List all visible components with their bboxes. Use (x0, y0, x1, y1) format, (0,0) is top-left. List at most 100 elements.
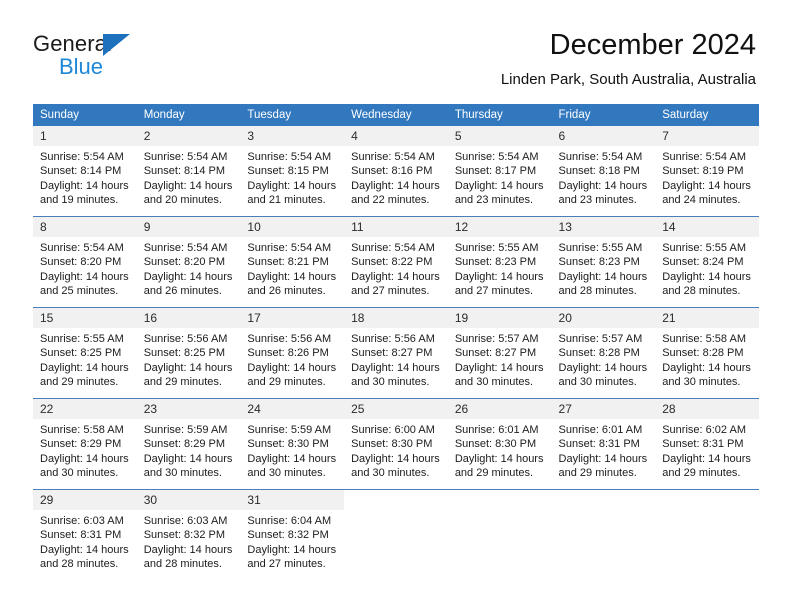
calendar-day-cell[interactable]: 8 Sunrise: 5:54 AM Sunset: 8:20 PM Daylight… (33, 216, 137, 308)
calendar-day-cell[interactable]: 26 Sunrise: 6:01 AM Sunset: 8:30 PM Dayligh… (447, 398, 552, 490)
daylight-text: Daylight: 14 hours and 28 minutes. (143, 543, 233, 571)
day-number: 16 (136, 308, 241, 328)
day-number: 22 (33, 399, 137, 419)
sunrise-text: Sunrise: 5:55 AM (454, 242, 539, 254)
calendar-day-cell[interactable]: 14 Sunrise: 5:55 AM Sunset: 8:24 PM Dayligh… (655, 216, 759, 308)
calendar-day-cell[interactable]: 31 Sunrise: 6:04 AM Sunset: 8:32 PM Dayligh… (240, 489, 345, 580)
sunset-text: Sunset: 8:16 PM (351, 165, 433, 178)
day-details: Sunrise: 5:55 AM Sunset: 8:25 PM Daylight:… (33, 328, 137, 390)
day-details: Sunrise: 6:01 AM Sunset: 8:30 PM Daylight:… (448, 419, 552, 481)
calendar-week-row: 22 Sunrise: 5:58 AM Sunset: 8:29 PM Dayligh… (33, 398, 759, 490)
calendar-day-cell[interactable]: 9 Sunrise: 5:54 AM Sunset: 8:20 PM Daylight… (136, 216, 241, 308)
calendar-day-cell[interactable]: 29 Sunrise: 6:03 AM Sunset: 8:31 PM Dayligh… (33, 489, 137, 580)
calendar-day-cell[interactable]: 17 Sunrise: 5:56 AM Sunset: 8:26 PM Dayligh… (240, 307, 345, 399)
sunrise-text: Sunrise: 5:56 AM (143, 333, 228, 345)
calendar-day-cell[interactable]: 25 Sunrise: 6:00 AM Sunset: 8:30 PM Dayligh… (344, 398, 448, 490)
calendar-day-cell[interactable]: 12 Sunrise: 5:55 AM Sunset: 8:23 PM Dayligh… (447, 216, 552, 308)
day-details: Sunrise: 5:54 AM Sunset: 8:21 PM Daylight:… (240, 237, 344, 299)
calendar-day-cell[interactable]: 15 Sunrise: 5:55 AM Sunset: 8:25 PM Dayligh… (33, 307, 137, 399)
daylight-text: Daylight: 14 hours and 30 minutes. (351, 361, 440, 389)
daylight-text: Daylight: 14 hours and 22 minutes. (351, 179, 440, 207)
calendar-cell-empty (344, 489, 448, 580)
day-number: 24 (240, 399, 345, 419)
day-details: Sunrise: 5:56 AM Sunset: 8:25 PM Daylight:… (137, 328, 241, 390)
day-details: Sunrise: 6:03 AM Sunset: 8:32 PM Daylight:… (137, 510, 241, 572)
brand-logo[interactable]: General Blue (33, 32, 253, 80)
calendar-day-cell[interactable]: 6 Sunrise: 5:54 AM Sunset: 8:18 PM Daylight… (551, 126, 656, 217)
calendar-day-cell[interactable]: 24 Sunrise: 5:59 AM Sunset: 8:30 PM Dayligh… (240, 398, 345, 490)
calendar-day-cell[interactable]: 16 Sunrise: 5:56 AM Sunset: 8:25 PM Dayligh… (136, 307, 241, 399)
daylight-text: Daylight: 14 hours and 29 minutes. (558, 452, 648, 480)
sunrise-text: Sunrise: 6:01 AM (454, 424, 539, 436)
calendar-day-cell[interactable]: 7 Sunrise: 5:54 AM Sunset: 8:19 PM Daylight… (655, 126, 759, 217)
daylight-text: Daylight: 14 hours and 30 minutes. (40, 452, 129, 480)
calendar-day-cell[interactable]: 13 Sunrise: 5:55 AM Sunset: 8:23 PM Dayligh… (551, 216, 656, 308)
page-title: December 2024 (549, 29, 756, 61)
daylight-text: Daylight: 14 hours and 21 minutes. (247, 179, 337, 207)
calendar-day-cell[interactable]: 30 Sunrise: 6:03 AM Sunset: 8:32 PM Dayligh… (136, 489, 241, 580)
calendar-day-cell[interactable]: 4 Sunrise: 5:54 AM Sunset: 8:16 PM Daylight… (344, 126, 448, 217)
sunset-text: Sunset: 8:19 PM (662, 165, 744, 178)
daylight-text: Daylight: 14 hours and 29 minutes. (143, 361, 233, 389)
calendar-day-cell[interactable]: 19 Sunrise: 5:57 AM Sunset: 8:27 PM Dayligh… (447, 307, 552, 399)
day-number: 29 (33, 490, 137, 510)
calendar-day-cell[interactable]: 27 Sunrise: 6:01 AM Sunset: 8:31 PM Dayligh… (551, 398, 656, 490)
daylight-text: Daylight: 14 hours and 19 minutes. (40, 179, 129, 207)
day-number: 10 (240, 217, 345, 237)
day-number: 18 (344, 308, 448, 328)
weekday-header-thursday: Thursday (447, 104, 552, 126)
sunset-text: Sunset: 8:32 PM (247, 529, 329, 542)
calendar-day-cell[interactable]: 11 Sunrise: 5:54 AM Sunset: 8:22 PM Dayligh… (344, 216, 448, 308)
calendar-day-cell[interactable]: 2 Sunrise: 5:54 AM Sunset: 8:14 PM Daylight… (136, 126, 241, 217)
calendar-cell-empty (655, 489, 759, 580)
daylight-text: Daylight: 14 hours and 25 minutes. (40, 270, 129, 298)
day-number: 23 (136, 399, 241, 419)
sunset-text: Sunset: 8:17 PM (454, 165, 537, 178)
calendar-header-row: Sunday Monday Tuesday Wednesday Thursday… (33, 104, 759, 126)
sunset-text: Sunset: 8:31 PM (662, 438, 744, 451)
day-number: 21 (655, 308, 759, 328)
sunrise-text: Sunrise: 5:59 AM (143, 424, 228, 436)
sunrise-text: Sunrise: 5:54 AM (40, 242, 124, 254)
day-number: 5 (447, 126, 552, 146)
daylight-text: Daylight: 14 hours and 30 minutes. (143, 452, 233, 480)
sunset-text: Sunset: 8:15 PM (247, 165, 329, 178)
sunset-text: Sunset: 8:30 PM (247, 438, 329, 451)
day-details: Sunrise: 6:04 AM Sunset: 8:32 PM Daylight:… (240, 510, 344, 572)
day-number (552, 490, 656, 510)
day-number: 12 (447, 217, 552, 237)
sunset-text: Sunset: 8:27 PM (351, 347, 433, 360)
calendar-day-cell[interactable]: 18 Sunrise: 5:56 AM Sunset: 8:27 PM Dayligh… (344, 307, 448, 399)
sunrise-text: Sunrise: 5:59 AM (247, 424, 332, 436)
calendar-day-cell[interactable]: 21 Sunrise: 5:58 AM Sunset: 8:28 PM Dayligh… (655, 307, 759, 399)
day-number: 19 (447, 308, 552, 328)
day-details: Sunrise: 5:54 AM Sunset: 8:19 PM Daylight:… (655, 146, 759, 208)
day-details: Sunrise: 5:57 AM Sunset: 8:27 PM Daylight:… (448, 328, 552, 390)
sunrise-text: Sunrise: 6:02 AM (662, 424, 746, 436)
calendar-page: General Blue December 2024 Linden Park, … (0, 0, 792, 612)
calendar-day-cell[interactable]: 23 Sunrise: 5:59 AM Sunset: 8:29 PM Dayligh… (136, 398, 241, 490)
calendar-day-cell[interactable]: 28 Sunrise: 6:02 AM Sunset: 8:31 PM Dayligh… (655, 398, 759, 490)
daylight-text: Daylight: 14 hours and 28 minutes. (662, 270, 751, 298)
sunset-text: Sunset: 8:20 PM (143, 256, 226, 269)
daylight-text: Daylight: 14 hours and 23 minutes. (454, 179, 544, 207)
day-number (344, 490, 448, 510)
calendar-body: 1 Sunrise: 5:54 AM Sunset: 8:14 PM Daylight… (33, 126, 759, 580)
sunrise-text: Sunrise: 5:54 AM (558, 151, 643, 163)
sunset-text: Sunset: 8:25 PM (143, 347, 226, 360)
calendar-day-cell[interactable]: 3 Sunrise: 5:54 AM Sunset: 8:15 PM Daylight… (240, 126, 345, 217)
calendar-day-cell[interactable]: 22 Sunrise: 5:58 AM Sunset: 8:29 PM Dayligh… (33, 398, 137, 490)
sunrise-text: Sunrise: 5:58 AM (40, 424, 124, 436)
calendar-day-cell[interactable]: 1 Sunrise: 5:54 AM Sunset: 8:14 PM Daylight… (33, 126, 137, 217)
sunrise-text: Sunrise: 5:54 AM (247, 242, 332, 254)
calendar-day-cell[interactable]: 5 Sunrise: 5:54 AM Sunset: 8:17 PM Daylight… (447, 126, 552, 217)
sunset-text: Sunset: 8:24 PM (662, 256, 744, 269)
calendar-day-cell[interactable]: 20 Sunrise: 5:57 AM Sunset: 8:28 PM Dayligh… (551, 307, 656, 399)
calendar-day-cell[interactable]: 10 Sunrise: 5:54 AM Sunset: 8:21 PM Dayligh… (240, 216, 345, 308)
day-number: 28 (655, 399, 759, 419)
day-number: 15 (33, 308, 137, 328)
sunrise-text: Sunrise: 5:54 AM (662, 151, 746, 163)
daylight-text: Daylight: 14 hours and 26 minutes. (247, 270, 337, 298)
sunrise-text: Sunrise: 5:57 AM (558, 333, 643, 345)
day-details: Sunrise: 6:03 AM Sunset: 8:31 PM Daylight:… (33, 510, 137, 572)
